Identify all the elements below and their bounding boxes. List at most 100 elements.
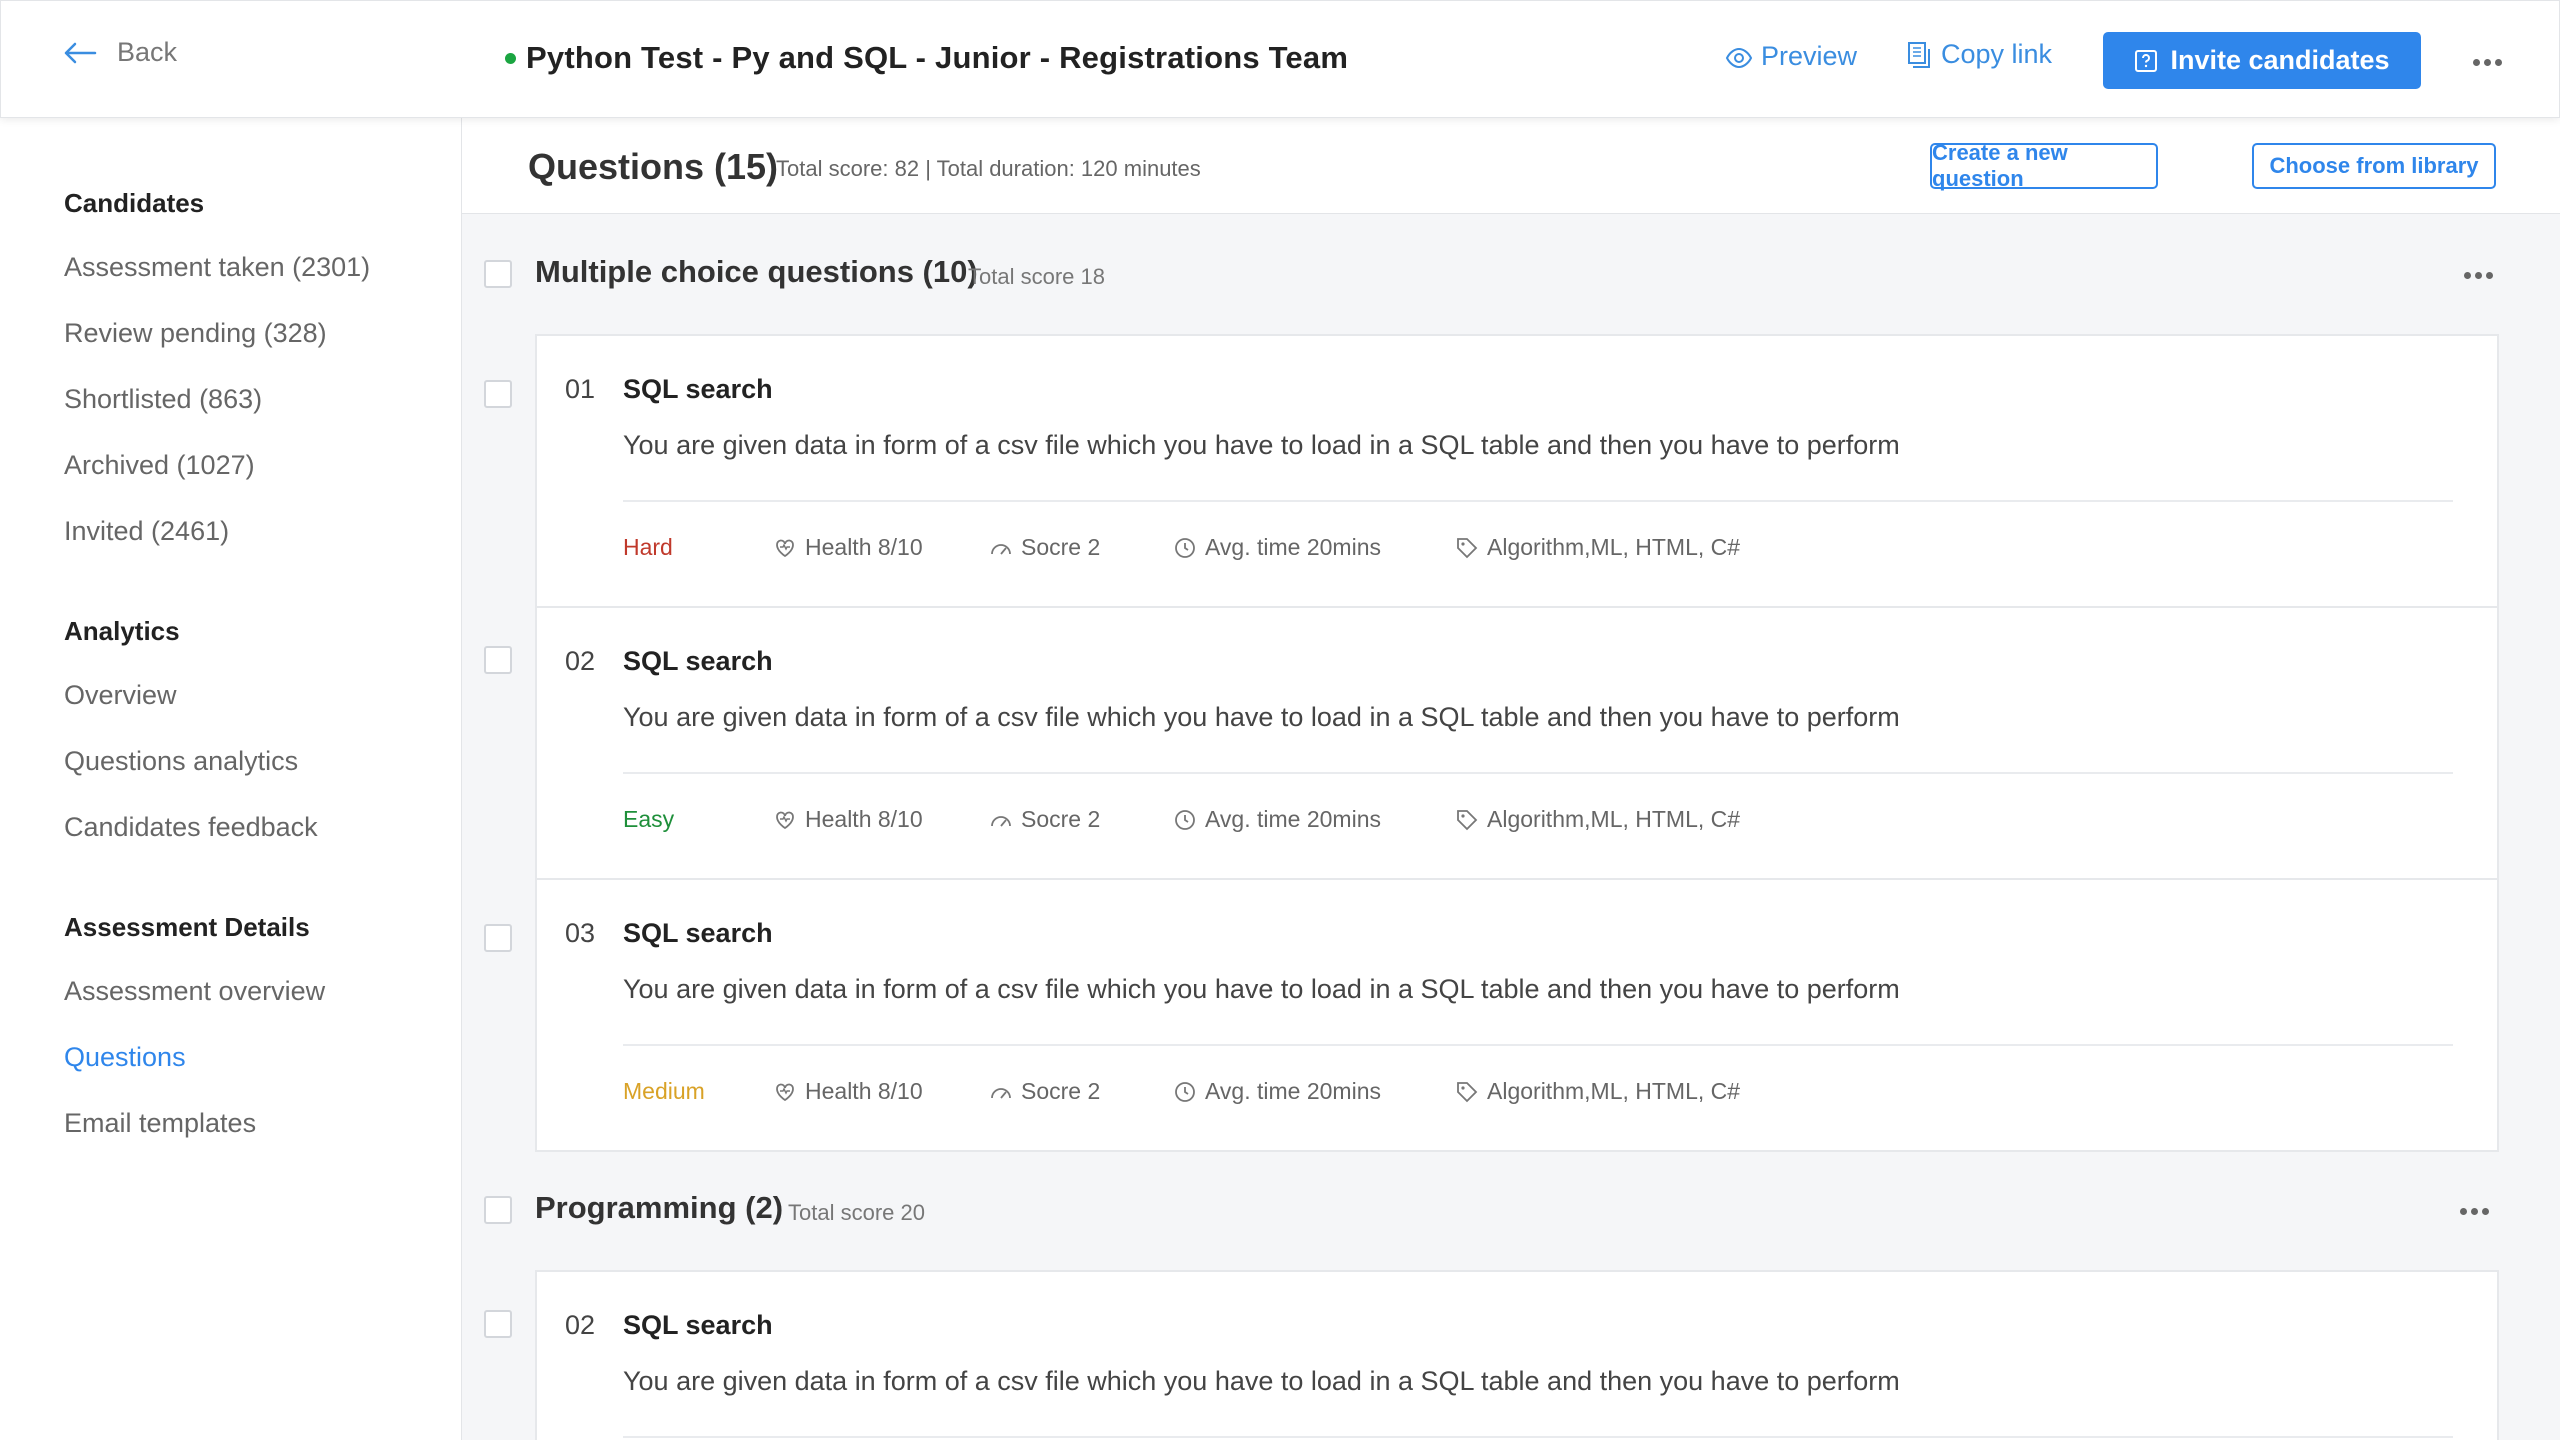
divider [623,1044,2453,1046]
section-checkbox[interactable] [484,1196,512,1224]
copy-icon [1908,41,1930,68]
back-arrow-icon [64,42,97,63]
question-number: 01 [565,374,596,404]
back-button[interactable]: Back [63,37,177,68]
main-content: Questions (15) Total score: 82 | Total d… [462,118,2560,1440]
clock-icon [1175,809,1195,830]
avg-time-value: Avg. time 20mins [1205,534,1381,560]
sidebar-item-email-templates[interactable]: Email templates [64,1108,256,1139]
tag-icon [1457,1081,1478,1102]
sidebar-item-candidates-feedback[interactable]: Candidates feedback [64,812,318,843]
copy-link-label: Copy link [1941,39,2053,69]
question-name: SQL search [623,918,773,948]
score-value: Socre 2 [1021,534,1101,560]
status-dot [505,52,516,64]
question-name: SQL search [623,1310,773,1340]
sidebar-item-questions-analytics[interactable]: Questions analytics [64,746,298,777]
sidebar-item-questions[interactable]: Questions [64,1042,186,1073]
sidebar-heading-analytics: Analytics [64,616,180,646]
questions-bar: Questions (15) Total score: 82 | Total d… [462,118,2560,214]
tags-meta: Algorithm,ML, HTML, C# [1455,806,1740,833]
question-description: You are given data in form of a csv file… [623,974,1900,1004]
score-meta: Socre 2 [989,534,1100,561]
health-meta: Health 8/10 [773,1078,923,1105]
sidebar-heading-candidates: Candidates [64,188,205,218]
question-name: SQL search [623,374,773,404]
section-more-icon[interactable] [2454,1202,2495,1221]
sidebar-heading-assessment-details: Assessment Details [64,912,310,942]
heart-icon [776,811,794,829]
assessment-title: Python Test - Py and SQL - Junior - Regi… [505,40,1348,76]
health-meta: Health 8/10 [773,806,923,833]
tags-value: Algorithm,ML, HTML, C# [1487,1078,1741,1104]
difficulty-label: Easy [623,806,675,832]
eye-icon [1725,47,1753,68]
question-3: 03 SQL search You are given data in form… [535,878,2499,1152]
health-value: Health 8/10 [805,1078,923,1104]
question-2: 02 SQL search You are given data in form… [535,606,2499,880]
difficulty-label: Hard [623,534,673,560]
page-title: Python Test - Py and SQL - Junior - Regi… [526,40,1349,75]
question-number: 02 [565,1310,596,1340]
sidebar-item-invited[interactable]: Invited (2461) [64,516,229,547]
avg-time-meta: Avg. time 20mins [1173,1078,1381,1105]
heart-icon [776,1083,794,1101]
tag-icon [1457,809,1478,830]
avg-time-value: Avg. time 20mins [1205,1078,1381,1104]
question-4: 02 SQL search You are given data in form… [535,1270,2499,1440]
tags-meta: Algorithm,ML, HTML, C# [1455,1078,1740,1105]
section-title: Multiple choice questions (10) [535,254,978,289]
invite-label: Invite candidates [2170,45,2390,75]
preview-link[interactable]: Preview [1725,41,1857,72]
divider [623,772,2453,774]
preview-label: Preview [1761,41,1858,71]
question-box-icon [2135,49,2158,72]
score-meta: Socre 2 [989,806,1100,833]
invite-candidates-button[interactable]: Invite candidates [2103,32,2421,89]
sidebar-item-assessment-overview[interactable]: Assessment overview [64,976,325,1007]
sidebar-item-archived[interactable]: Archived (1027) [64,450,255,481]
difficulty-label: Medium [623,1078,705,1104]
sidebar-item-shortlisted[interactable]: Shortlisted (863) [64,384,262,415]
create-question-button[interactable]: Create a new question [1930,140,2158,191]
tags-meta: Algorithm,ML, HTML, C# [1455,534,1740,561]
question-checkbox[interactable] [484,924,512,952]
question-checkbox[interactable] [484,1310,512,1338]
more-options-icon[interactable] [2467,53,2508,72]
question-checkbox[interactable] [484,380,512,408]
question-checkbox[interactable] [484,646,512,674]
question-number: 03 [565,918,596,948]
sidebar-item-review-pending[interactable]: Review pending (328) [64,318,327,349]
gauge-icon [991,815,1011,827]
sidebar-item-assessment-taken[interactable]: Assessment taken (2301) [64,252,370,283]
avg-time-meta: Avg. time 20mins [1173,534,1381,561]
section-checkbox[interactable] [484,260,512,288]
question-description: You are given data in form of a csv file… [623,430,1900,460]
section-score: Total score 18 [968,264,1105,289]
sidebar: Candidates Assessment taken (2301) Revie… [0,118,462,1440]
avg-time-value: Avg. time 20mins [1205,806,1381,832]
score-value: Socre 2 [1021,806,1101,832]
choose-library-button[interactable]: Choose from library [2252,143,2496,189]
tag-icon [1457,537,1478,558]
question-description: You are given data in form of a csv file… [623,1366,1900,1396]
questions-title: Questions (15) [528,146,779,187]
copy-link[interactable]: Copy link [1905,39,2052,70]
tags-value: Algorithm,ML, HTML, C# [1487,806,1741,832]
divider [623,1436,2453,1438]
questions-summary: Total score: 82 | Total duration: 120 mi… [776,156,1201,181]
clock-icon [1175,1081,1195,1102]
question-description: You are given data in form of a csv file… [623,702,1900,732]
gauge-icon [991,1087,1011,1099]
section-score: Total score 20 [788,1200,925,1225]
section-more-icon[interactable] [2458,266,2499,285]
health-meta: Health 8/10 [773,534,923,561]
avg-time-meta: Avg. time 20mins [1173,806,1381,833]
back-label: Back [117,37,178,67]
gauge-icon [991,543,1011,555]
health-value: Health 8/10 [805,806,923,832]
question-name: SQL search [623,646,773,676]
top-header: Back Python Test - Py and SQL - Junior -… [0,0,2560,118]
clock-icon [1175,537,1195,558]
sidebar-item-overview[interactable]: Overview [64,680,177,711]
